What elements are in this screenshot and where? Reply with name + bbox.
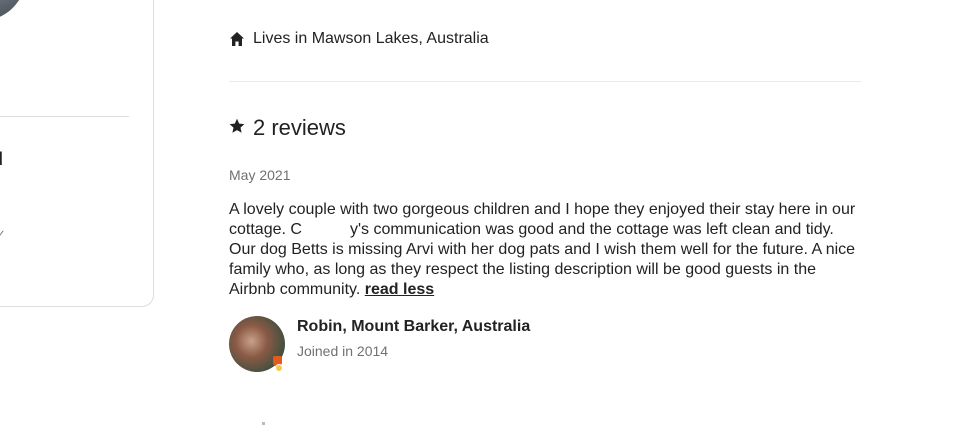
reviews-count-title: 2 reviews — [253, 115, 346, 140]
redacted-name — [301, 222, 350, 237]
reviewer-joined: Joined in 2014 — [297, 343, 389, 359]
reviewer-avatar[interactable] — [229, 316, 285, 372]
confirmed-heading: ned — [0, 149, 3, 170]
section-divider — [229, 81, 861, 82]
reviewer: Robin, Mount Barker, Australia Joined in… — [229, 316, 530, 372]
card-divider — [0, 116, 129, 117]
profile-card: ned ✓ — [0, 0, 154, 307]
read-less-link[interactable]: read less — [365, 281, 434, 298]
reviews-heading: 2 reviews — [229, 115, 346, 141]
home-icon — [229, 31, 245, 47]
badge-dot-icon — [275, 364, 283, 372]
reviewer-name[interactable]: Robin, Mount Barker, Australia — [297, 317, 530, 337]
star-icon — [229, 118, 245, 139]
review-body: A lovely couple with two gorgeous childr… — [229, 200, 861, 300]
host-avatar[interactable] — [0, 0, 26, 21]
lives-in-row: Lives in Mawson Lakes, Australia — [229, 29, 489, 49]
next-review-fragment — [262, 422, 265, 425]
verified-detail-icon: ✓ — [0, 229, 5, 240]
review-date: May 2021 — [229, 167, 291, 183]
lives-in-text: Lives in Mawson Lakes, Australia — [253, 30, 489, 47]
